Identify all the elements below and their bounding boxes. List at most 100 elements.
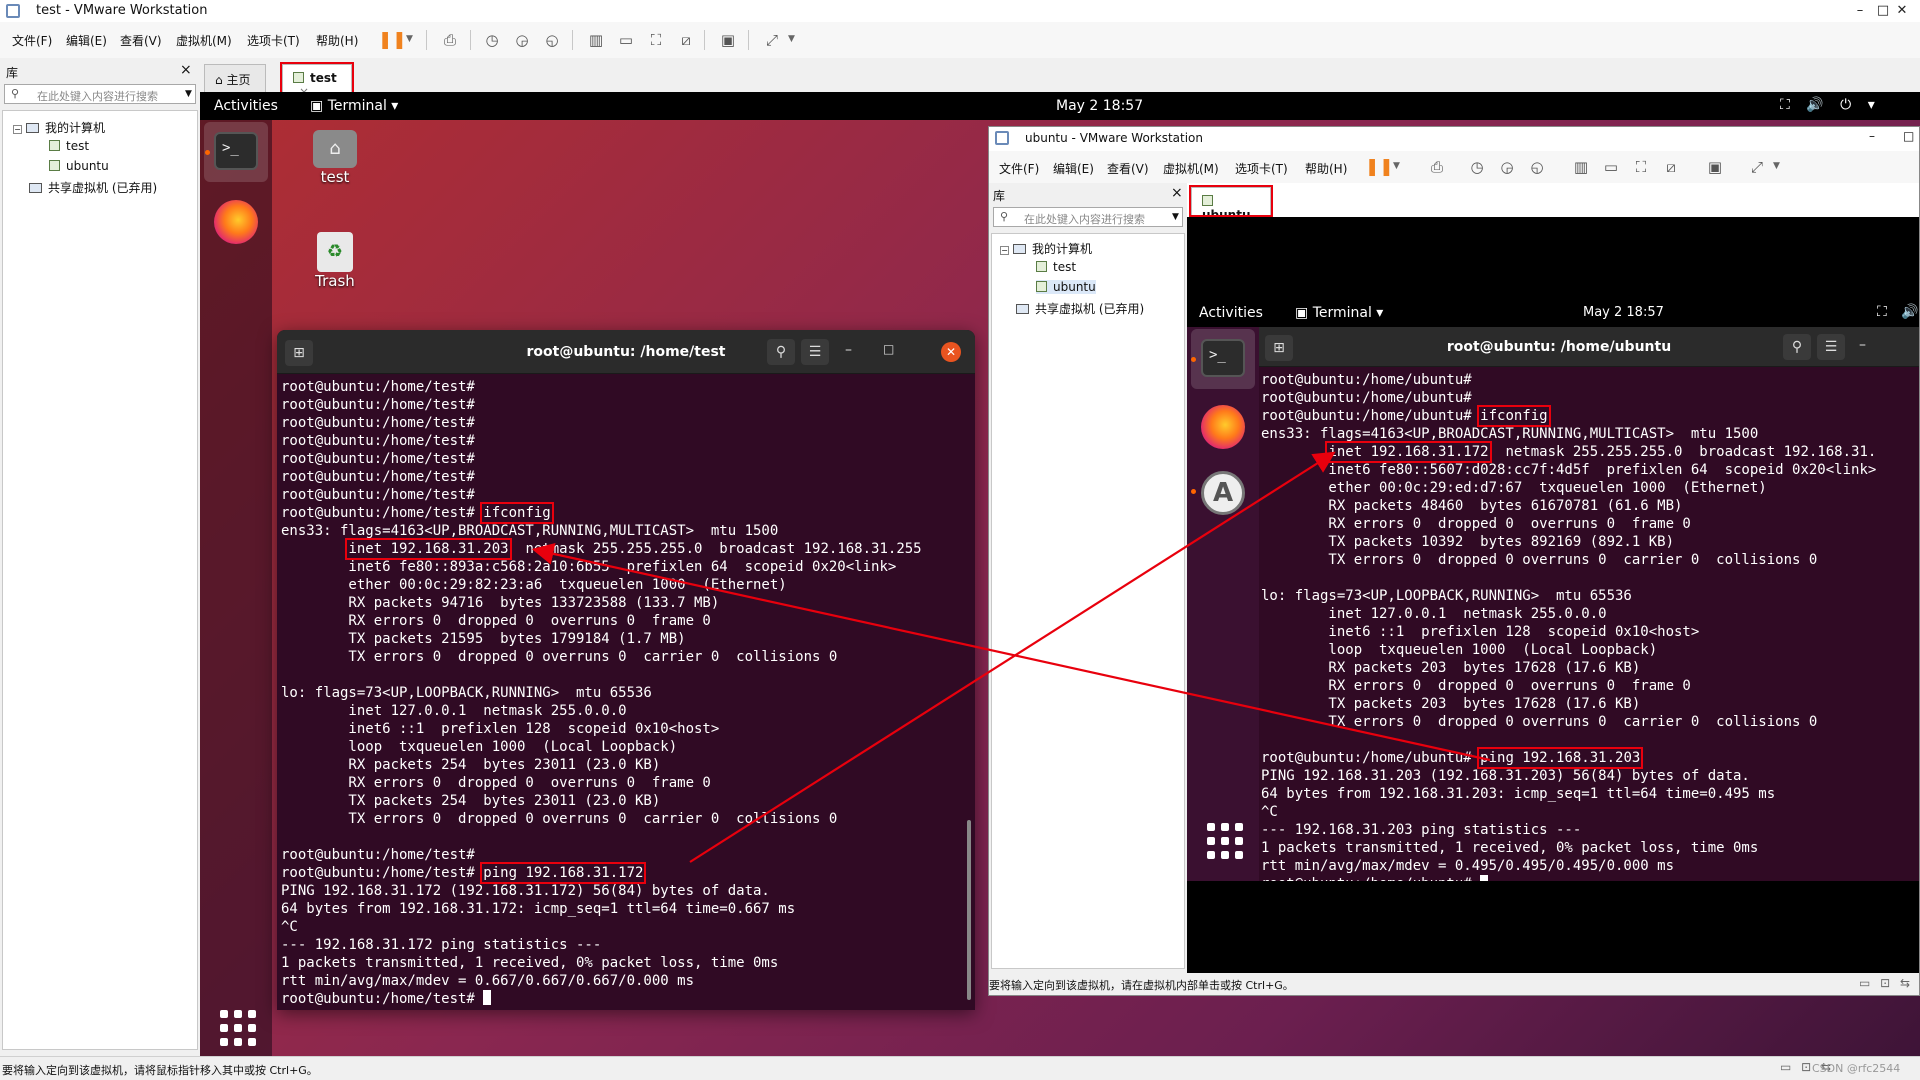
tab-test[interactable]: test ×: [280, 62, 354, 99]
minimize-icon[interactable]: –: [845, 342, 852, 358]
collapse-icon[interactable]: −: [1000, 246, 1009, 255]
vm-console-ubuntu[interactable]: Activities ▣ Terminal ▾ May 2 18:57 ⛶ 🔊 …: [1187, 217, 1919, 973]
stretch-dropdown-icon[interactable]: ▼: [788, 34, 795, 44]
system-tray[interactable]: ⛶ 🔊 ⏻ ▾: [1780, 97, 1875, 113]
system-tray[interactable]: ⛶ 🔊: [1877, 304, 1919, 320]
close-icon[interactable]: ✕: [941, 342, 961, 362]
stretch-dropdown-icon[interactable]: ▼: [1773, 161, 1780, 171]
terminal-line: TX errors 0 dropped 0 overruns 0 carrier…: [1261, 552, 1818, 568]
show-apps-icon[interactable]: [220, 1010, 256, 1046]
tab-ubuntu[interactable]: ubuntu ×: [1189, 185, 1273, 236]
library-close-button[interactable]: ×: [1171, 185, 1183, 201]
library-close-button[interactable]: ×: [180, 62, 192, 78]
revert-snapshot-icon[interactable]: ◶: [510, 28, 534, 52]
snapshot-icon[interactable]: ◷: [480, 28, 504, 52]
terminal-icon[interactable]: >_: [214, 132, 258, 170]
thumbnail-icon[interactable]: ▭: [1599, 155, 1623, 179]
full-screen-icon[interactable]: ⛶: [1629, 155, 1653, 179]
tree-vm-ubuntu[interactable]: ubuntu: [1036, 280, 1096, 294]
terminal-window-test[interactable]: ⊞ root@ubuntu: /home/test ⚲ ☰ – □ ✕ root…: [277, 330, 975, 1010]
terminal-line: inet 127.0.0.1 netmask 255.0.0.0: [281, 703, 627, 719]
tab-home[interactable]: ⌂ 主页: [204, 64, 266, 92]
terminal-output[interactable]: root@ubuntu:/home/ubuntu# root@ubuntu:/ho…: [1259, 367, 1919, 881]
terminal-window-ubuntu[interactable]: ⊞ root@ubuntu: /home/ubuntu ⚲ ☰ – root@u…: [1259, 327, 1919, 881]
stretch-icon[interactable]: ⤢: [760, 28, 784, 52]
hamburger-menu-icon[interactable]: ☰: [801, 339, 829, 365]
clock[interactable]: May 2 18:57: [1583, 305, 1664, 320]
minimize-icon[interactable]: –: [1859, 337, 1866, 353]
pause-dropdown-icon[interactable]: ▼: [1393, 161, 1400, 171]
close-button[interactable]: ✕: [1882, 0, 1920, 22]
activities-button[interactable]: Activities: [1199, 305, 1263, 321]
terminal-app-menu[interactable]: ▣ Terminal ▾: [1295, 305, 1383, 321]
nested-minimize-button[interactable]: –: [1869, 129, 1875, 143]
terminal-icon[interactable]: >_: [1201, 339, 1245, 377]
tree-shared-vms[interactable]: 共享虚拟机 (已弃用): [29, 179, 157, 196]
software-center-icon[interactable]: A: [1201, 471, 1245, 515]
menu-file[interactable]: 文件(F): [12, 32, 52, 49]
maximize-icon[interactable]: □: [883, 342, 894, 356]
show-library-icon[interactable]: ▥: [1569, 155, 1593, 179]
revert-snapshot-icon[interactable]: ◶: [1495, 155, 1519, 179]
terminal-line: root@ubuntu:/home/test#: [281, 451, 475, 467]
tree-vm-test[interactable]: test: [49, 139, 89, 153]
hamburger-menu-icon[interactable]: ☰: [1817, 334, 1845, 360]
tree-my-computer[interactable]: − 我的计算机: [1000, 240, 1092, 257]
search-dropdown-icon[interactable]: ▼: [1172, 212, 1179, 222]
send-keys-icon[interactable]: ⎙: [438, 28, 462, 52]
firefox-icon[interactable]: [1201, 405, 1245, 449]
clock[interactable]: May 2 18:57: [1056, 98, 1143, 114]
scrollbar[interactable]: [967, 820, 971, 1000]
device-status-icons[interactable]: ▭ ⊡ ⇆: [1859, 976, 1910, 990]
toolbar-separator: [426, 30, 427, 50]
terminal-title: root@ubuntu: /home/test: [526, 344, 726, 360]
tree-vm-test[interactable]: test: [1036, 260, 1076, 274]
full-screen-icon[interactable]: ⛶: [644, 28, 668, 52]
snapshot-icon[interactable]: ◷: [1465, 155, 1489, 179]
tree-shared-vms[interactable]: 共享虚拟机 (已弃用): [1016, 300, 1144, 317]
pause-icon[interactable]: ❚❚: [378, 28, 407, 52]
snapshot-manager-icon[interactable]: ◵: [540, 28, 564, 52]
tree-my-computer[interactable]: − 我的计算机: [13, 119, 105, 136]
menu-tabs[interactable]: 选项卡(T): [247, 32, 300, 49]
menu-tabs[interactable]: 选项卡(T): [1235, 160, 1288, 177]
menu-view[interactable]: 查看(V): [1107, 160, 1149, 177]
search-dropdown-icon[interactable]: ▼: [185, 89, 192, 99]
show-library-icon[interactable]: ▥: [584, 28, 608, 52]
snapshot-manager-icon[interactable]: ◵: [1525, 155, 1549, 179]
console-icon[interactable]: ▣: [716, 28, 740, 52]
menu-vm[interactable]: 虚拟机(M): [1163, 160, 1219, 177]
nested-maximize-button[interactable]: □: [1903, 129, 1914, 143]
library-search-input[interactable]: ⚲ 在此处键入内容进行搜索 ▼: [993, 207, 1183, 227]
search-icon[interactable]: ⚲: [1783, 334, 1811, 360]
menu-help[interactable]: 帮助(H): [316, 32, 358, 49]
send-keys-icon[interactable]: ⎙: [1425, 155, 1449, 179]
menu-view[interactable]: 查看(V): [120, 32, 162, 49]
menu-edit[interactable]: 编辑(E): [1053, 160, 1094, 177]
search-icon[interactable]: ⚲: [767, 339, 795, 365]
desktop-home-folder[interactable]: ⌂ test: [295, 130, 375, 186]
unity-icon[interactable]: ⧄: [674, 28, 698, 52]
terminal-app-menu[interactable]: ▣ Terminal ▾: [310, 98, 398, 114]
nested-vmware-window[interactable]: ubuntu - VMware Workstation – □ 文件(F) 编辑…: [988, 126, 1920, 996]
activities-button[interactable]: Activities: [214, 98, 278, 114]
terminal-line: inet6 fe80::5607:d028:cc7f:4d5f prefixle…: [1261, 462, 1877, 478]
show-apps-icon[interactable]: [1207, 823, 1243, 859]
terminal-output[interactable]: root@ubuntu:/home/test# root@ubuntu:/home…: [277, 374, 975, 1010]
thumbnail-icon[interactable]: ▭: [614, 28, 638, 52]
tree-vm-ubuntu[interactable]: ubuntu: [49, 159, 109, 173]
menu-vm[interactable]: 虚拟机(M): [176, 32, 232, 49]
firefox-icon[interactable]: [214, 200, 258, 244]
stretch-icon[interactable]: ⤢: [1745, 155, 1769, 179]
terminal-menu-icon: ▣: [310, 98, 324, 114]
console-icon[interactable]: ▣: [1703, 155, 1727, 179]
collapse-icon[interactable]: −: [13, 125, 22, 134]
unity-icon[interactable]: ⧄: [1659, 155, 1683, 179]
menu-help[interactable]: 帮助(H): [1305, 160, 1347, 177]
library-search-input[interactable]: ⚲ 在此处键入内容进行搜索 ▼: [4, 84, 196, 104]
menu-edit[interactable]: 编辑(E): [66, 32, 107, 49]
menu-file[interactable]: 文件(F): [999, 160, 1039, 177]
pause-dropdown-icon[interactable]: ▼: [406, 34, 413, 44]
desktop-trash[interactable]: ♻ Trash: [295, 232, 375, 290]
pause-icon[interactable]: ❚❚: [1365, 155, 1394, 179]
